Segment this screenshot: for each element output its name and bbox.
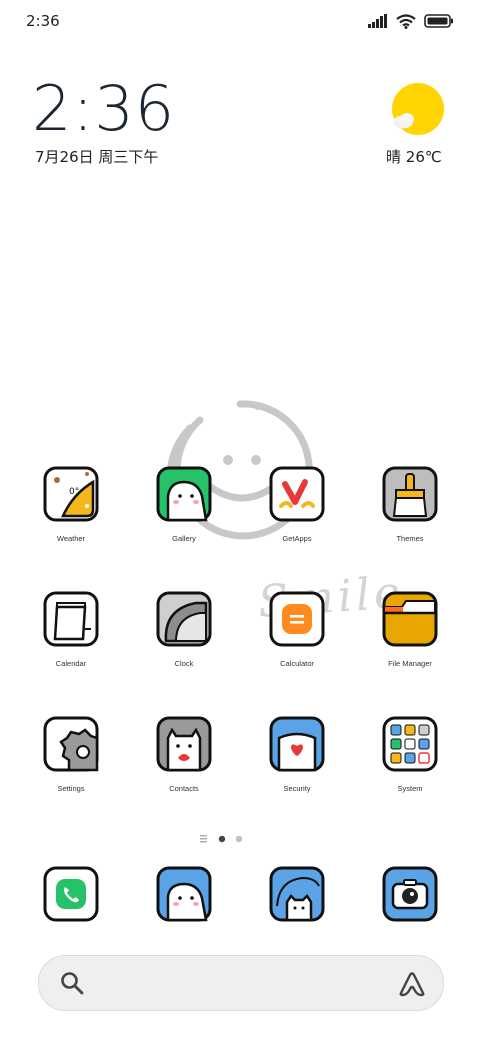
page-indicator-dots xyxy=(200,835,243,843)
page-indicator[interactable] xyxy=(199,830,245,849)
weather-icon: 0° xyxy=(43,466,99,522)
settings-icon xyxy=(43,716,99,772)
app-calendar[interactable]: Calendar xyxy=(16,591,126,668)
app-weather[interactable]: 0° Weather xyxy=(16,466,126,543)
themes-icon xyxy=(382,466,438,522)
getapps-icon xyxy=(269,466,325,522)
file-manager-icon xyxy=(382,591,438,647)
app-label-calculator: Calculator xyxy=(280,659,314,668)
weather-tile-temp: 0° xyxy=(69,487,79,497)
clock-icon xyxy=(156,591,212,647)
app-themes[interactable]: Themes xyxy=(355,466,465,543)
signal-icon xyxy=(368,14,387,28)
status-bar-icons xyxy=(368,12,454,30)
app-label-weather: Weather xyxy=(56,534,86,543)
calendar-icon xyxy=(43,591,99,647)
folder-system[interactable]: System xyxy=(355,716,465,793)
app-label-file-manager: File Manager xyxy=(388,659,432,668)
app-label-calendar: Calendar xyxy=(55,659,87,668)
status-bar-time: 2:36 xyxy=(26,12,60,30)
clock-widget-time[interactable]: 2:36 xyxy=(32,74,175,144)
dock-browser[interactable] xyxy=(242,866,352,922)
weather-temperature: 26℃ xyxy=(405,148,442,166)
clock-widget-date: 7月26日 周三下午 xyxy=(35,148,159,166)
system-folder-icon xyxy=(382,716,438,772)
app-label-clock: Clock xyxy=(174,659,194,668)
camera-icon xyxy=(382,866,438,922)
app-settings[interactable]: Settings xyxy=(16,716,126,793)
contacts-icon xyxy=(156,716,212,772)
browser-icon xyxy=(269,866,325,922)
security-icon xyxy=(269,716,325,772)
dock-phone[interactable] xyxy=(16,866,126,922)
search-icon[interactable] xyxy=(59,970,85,996)
phone-icon xyxy=(43,866,99,922)
app-label-settings: Settings xyxy=(57,784,85,793)
battery-icon xyxy=(424,14,453,28)
app-getapps[interactable]: GetApps xyxy=(242,466,352,543)
messaging-icon xyxy=(156,866,212,922)
app-clock[interactable]: Clock xyxy=(129,591,239,668)
sun-cloud-icon[interactable] xyxy=(390,82,446,138)
assistant-icon[interactable] xyxy=(397,969,427,997)
app-label-gallery: Gallery xyxy=(172,534,196,543)
app-calculator[interactable]: Calculator xyxy=(242,591,352,668)
search-bar[interactable] xyxy=(38,955,444,1011)
app-label-contacts: Contacts xyxy=(169,784,199,793)
wifi-icon xyxy=(396,13,416,29)
gallery-icon xyxy=(156,466,212,522)
app-security[interactable]: Security xyxy=(242,716,352,793)
weather-condition: 晴 xyxy=(386,148,402,166)
app-label-security: Security xyxy=(283,784,311,793)
app-label-getapps: GetApps xyxy=(282,534,312,543)
dock-messaging[interactable] xyxy=(129,866,239,922)
app-gallery[interactable]: Gallery xyxy=(129,466,239,543)
calculator-icon xyxy=(269,591,325,647)
dock-camera[interactable] xyxy=(355,866,465,922)
weather-widget-text: 晴 26℃ xyxy=(386,146,442,167)
app-label-themes: Themes xyxy=(396,534,424,543)
app-file-manager[interactable]: File Manager xyxy=(355,591,465,668)
app-contacts[interactable]: Contacts xyxy=(129,716,239,793)
app-label-system: System xyxy=(397,784,423,793)
